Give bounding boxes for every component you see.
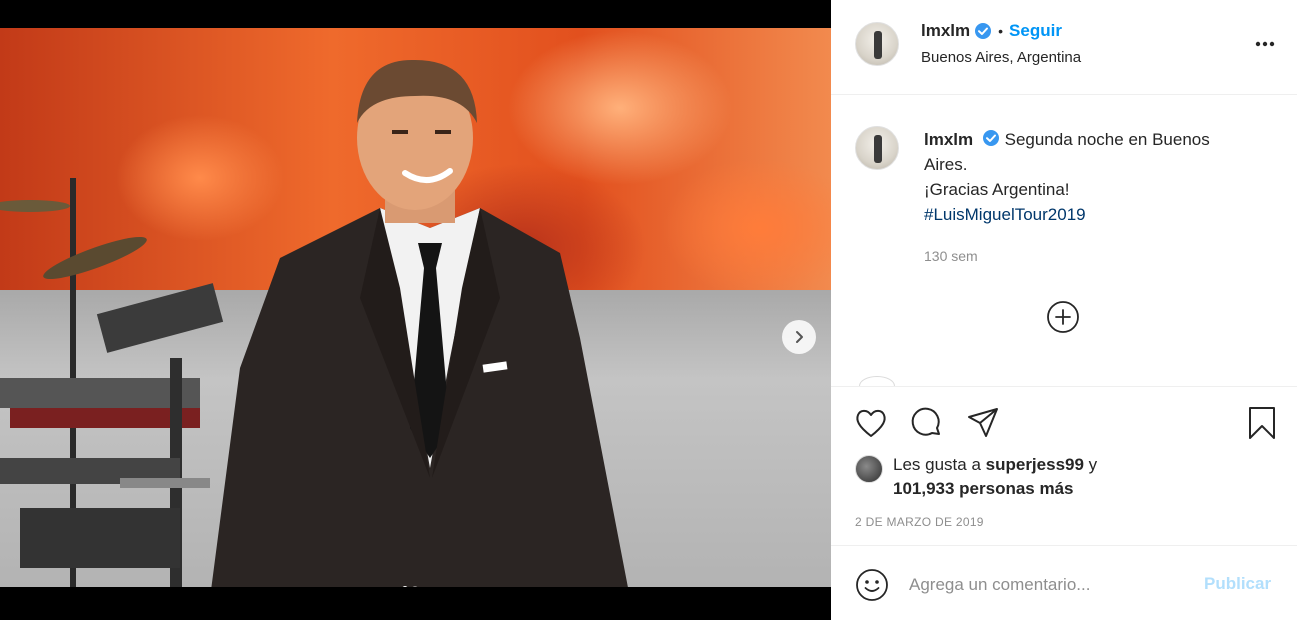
location-link[interactable]: Buenos Aires, Argentina [921, 49, 1081, 66]
comments-area: lmxlm Segunda noche en Buenos Aires. ¡Gr… [831, 96, 1297, 386]
post-header: lmxlm • Seguir Buenos Aires, Argentina [831, 0, 1297, 95]
comment-icon [911, 407, 940, 436]
comment-input[interactable] [909, 570, 1199, 600]
next-comment-peek [859, 376, 895, 386]
liker-username-link[interactable]: superjess99 [986, 455, 1084, 474]
performer-graphic [211, 59, 628, 587]
post-sidebar: lmxlm • Seguir Buenos Aires, Argentina l… [831, 0, 1297, 620]
save-button[interactable] [1244, 405, 1280, 441]
more-options-icon[interactable] [1251, 34, 1279, 54]
publish-button[interactable]: Publicar [1204, 574, 1271, 594]
liker-avatar[interactable] [855, 455, 883, 483]
share-icon [968, 408, 998, 437]
emoji-icon[interactable] [855, 568, 889, 602]
verified-badge-icon [975, 23, 992, 39]
caption-username-link[interactable]: lmxlm [924, 130, 973, 149]
verified-badge-icon [982, 130, 999, 146]
likes-conj: y [1088, 455, 1098, 474]
media-letterbox-top [0, 0, 831, 28]
likes-summary: Les gusta a superjess99 y 101,933 person… [855, 453, 1097, 501]
likes-prefix: Les gusta a [893, 455, 981, 474]
post-actions: Les gusta a superjess99 y 101,933 person… [831, 386, 1297, 546]
likes-text: Les gusta a superjess99 y 101,933 person… [893, 453, 1097, 501]
hashtag-link[interactable]: #LuisMiguelTour2019 [924, 205, 1086, 224]
carousel-next-button[interactable] [782, 320, 816, 354]
caption-avatar[interactable] [855, 126, 899, 170]
post-date: 2 DE MARZO DE 2019 [855, 515, 984, 529]
media-letterbox-bottom [0, 587, 831, 620]
caption-timestamp: 130 sem [924, 248, 978, 264]
author-username-link[interactable]: lmxlm [921, 21, 970, 41]
chevron-right-icon [796, 331, 803, 343]
heart-icon [856, 409, 886, 437]
author-line: lmxlm • Seguir [921, 21, 1062, 41]
comment-button[interactable] [909, 405, 945, 441]
plus-circle-icon[interactable] [1046, 300, 1080, 334]
like-button[interactable] [853, 405, 889, 441]
separator-dot: • [998, 23, 1004, 39]
bookmark-icon [1249, 407, 1275, 439]
post-photo[interactable] [0, 28, 831, 587]
author-avatar[interactable] [855, 22, 899, 66]
caption-line-2: ¡Gracias Argentina! [924, 180, 1070, 199]
likes-count-link[interactable]: 101,933 personas más [893, 479, 1074, 498]
follow-button[interactable]: Seguir [1009, 21, 1062, 41]
post-media [0, 0, 831, 620]
comment-form: Publicar [831, 545, 1297, 620]
caption-text: lmxlm Segunda noche en Buenos Aires. ¡Gr… [924, 127, 1254, 227]
share-button[interactable] [965, 405, 1001, 441]
